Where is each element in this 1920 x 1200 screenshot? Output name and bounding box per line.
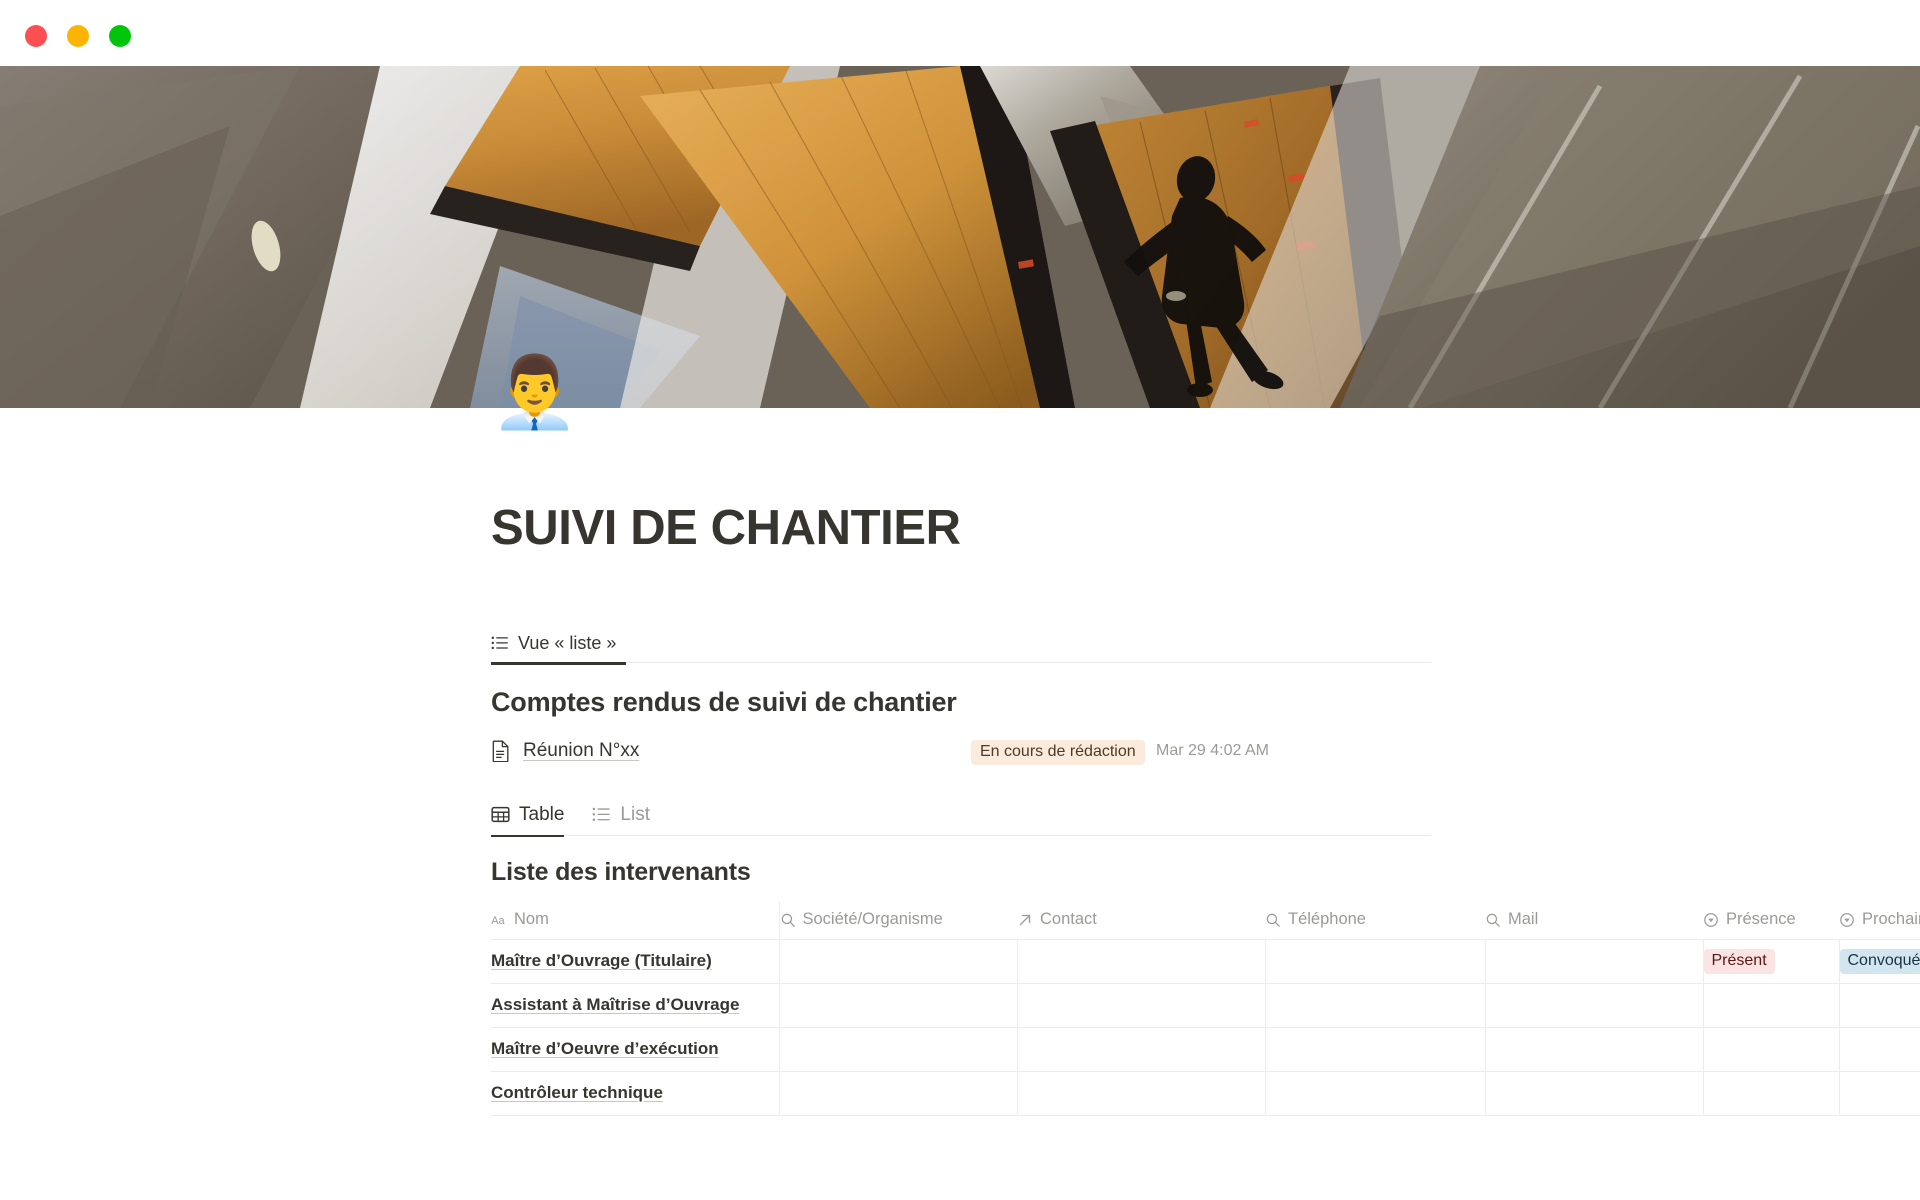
row-title-link[interactable]: Maître d’Ouvrage (Titulaire): [491, 951, 712, 970]
intervenants-table: Aa Nom Société/Organisme Contact Télépho…: [491, 901, 1920, 1116]
cell-prochaine-reunion[interactable]: Convoqué: [1839, 939, 1920, 984]
cell-contact[interactable]: [1017, 939, 1266, 984]
column-header-nom[interactable]: Aa Nom: [491, 901, 780, 940]
page-cover-image: [0, 66, 1920, 408]
close-button[interactable]: [25, 25, 47, 47]
cell-mail[interactable]: [1485, 1071, 1704, 1116]
list-icon: [593, 807, 611, 821]
table-row[interactable]: Maître d’Oeuvre d’exécution: [491, 1027, 1920, 1072]
office-worker-emoji[interactable]: 👨‍💼: [491, 353, 578, 431]
status-badge[interactable]: En cours de rédaction: [971, 740, 1145, 765]
view-tabbar: Vue « liste »: [491, 623, 1431, 665]
cell-presence[interactable]: Présent: [1703, 939, 1840, 984]
select-chevron-icon: [1704, 912, 1718, 927]
column-header-label: Prochaine réuni..: [1862, 910, 1920, 929]
list-item[interactable]: Réunion N°xx En cours de rédaction Mar 2…: [491, 734, 1431, 768]
prochaine-reunion-tag[interactable]: Convoqué: [1839, 948, 1920, 974]
cell-telephone[interactable]: [1265, 939, 1486, 984]
database-tabbar: Table List: [491, 794, 1431, 837]
cell-contact[interactable]: [1017, 1027, 1266, 1072]
cell-mail[interactable]: [1485, 983, 1704, 1028]
search-icon: [1486, 913, 1500, 927]
list-item-date: Mar 29 4:02 AM: [1156, 742, 1269, 759]
tab-table[interactable]: Table: [491, 794, 592, 837]
page-body: 👨‍💼 SUIVI DE CHANTIER Vue « liste » Comp…: [0, 353, 1920, 1200]
cell-societe[interactable]: [779, 983, 1018, 1028]
tab-list-label: List: [620, 803, 650, 825]
column-header-prochaine-reunion[interactable]: Prochaine réuni..: [1839, 901, 1920, 940]
presence-tag[interactable]: Présent: [1703, 948, 1775, 974]
column-header-telephone[interactable]: Téléphone: [1265, 901, 1485, 940]
tab-list[interactable]: List: [592, 794, 678, 836]
page-document-icon: [492, 740, 509, 762]
cell-mail[interactable]: [1485, 1027, 1704, 1072]
minimize-button[interactable]: [67, 25, 89, 47]
column-header-label: Téléphone: [1288, 910, 1366, 929]
maximize-button[interactable]: [109, 25, 131, 47]
cell-presence[interactable]: [1703, 1071, 1840, 1116]
column-header-societe[interactable]: Société/Organisme: [779, 901, 1017, 940]
search-icon: [781, 913, 795, 927]
cell-nom[interactable]: Maître d’Ouvrage (Titulaire): [491, 939, 780, 984]
tab-table-label: Table: [519, 803, 565, 825]
cell-nom[interactable]: Maître d’Oeuvre d’exécution: [491, 1027, 780, 1072]
table-row[interactable]: Assistant à Maîtrise d’Ouvrage: [491, 983, 1920, 1028]
table-header-row: Aa Nom Société/Organisme Contact Télépho…: [491, 901, 1920, 940]
cell-telephone[interactable]: [1265, 983, 1486, 1028]
column-header-label: Nom: [514, 910, 549, 929]
column-header-label: Société/Organisme: [802, 910, 943, 929]
column-header-contact[interactable]: Contact: [1017, 901, 1265, 940]
cell-contact[interactable]: [1017, 983, 1266, 1028]
column-header-label: Mail: [1508, 910, 1539, 929]
cell-presence[interactable]: [1703, 983, 1840, 1028]
cell-nom[interactable]: Assistant à Maîtrise d’Ouvrage: [491, 983, 780, 1028]
search-icon: [1266, 913, 1280, 927]
column-header-presence[interactable]: Présence: [1703, 901, 1839, 940]
column-header-label: Présence: [1726, 910, 1796, 929]
text-aa-icon: Aa: [491, 915, 505, 927]
page-content: Vue « liste » Comptes rendus de suivi de…: [491, 623, 1920, 1116]
cell-nom[interactable]: Contrôleur technique: [491, 1071, 780, 1116]
list-icon: [491, 636, 508, 650]
column-header-label: Contact: [1040, 910, 1097, 929]
view-tab-label: Vue « liste »: [518, 632, 617, 653]
cover-illustration: [0, 66, 1920, 408]
comptes-rendus-heading: Comptes rendus de suivi de chantier: [491, 687, 957, 717]
cell-prochaine-reunion[interactable]: [1839, 983, 1920, 1028]
table-row[interactable]: Contrôleur technique: [491, 1071, 1920, 1116]
cell-prochaine-reunion[interactable]: [1839, 1027, 1920, 1072]
cell-mail[interactable]: [1485, 939, 1704, 984]
select-chevron-icon: [1840, 912, 1854, 927]
window-controls: [25, 25, 131, 47]
cell-contact[interactable]: [1017, 1071, 1266, 1116]
active-tab-underline: [491, 834, 565, 837]
list-item-title[interactable]: Réunion N°xx: [523, 740, 639, 762]
row-title-link[interactable]: Contrôleur technique: [491, 1083, 663, 1102]
cell-telephone[interactable]: [1265, 1071, 1486, 1116]
column-header-mail[interactable]: Mail: [1485, 901, 1703, 940]
cell-telephone[interactable]: [1265, 1027, 1486, 1072]
table-title: Liste des intervenants: [491, 858, 751, 886]
table-row[interactable]: Maître d’Ouvrage (Titulaire) Présent Con…: [491, 939, 1920, 984]
page-title: SUIVI DE CHANTIER: [491, 501, 961, 555]
row-title-link[interactable]: Maître d’Oeuvre d’exécution: [491, 1039, 719, 1058]
view-tab-liste[interactable]: Vue « liste »: [491, 623, 627, 665]
cell-societe[interactable]: [779, 1027, 1018, 1072]
table-icon: [491, 806, 510, 823]
cell-prochaine-reunion[interactable]: [1839, 1071, 1920, 1116]
cell-presence[interactable]: [1703, 1027, 1840, 1072]
window-titlebar: [0, 0, 1920, 66]
row-title-link[interactable]: Assistant à Maîtrise d’Ouvrage: [491, 995, 739, 1014]
svg-text:Aa: Aa: [491, 915, 505, 927]
arrow-up-right-icon: [1019, 914, 1031, 926]
cell-societe[interactable]: [779, 939, 1018, 984]
active-tab-underline: [491, 662, 627, 665]
cell-societe[interactable]: [779, 1071, 1018, 1116]
